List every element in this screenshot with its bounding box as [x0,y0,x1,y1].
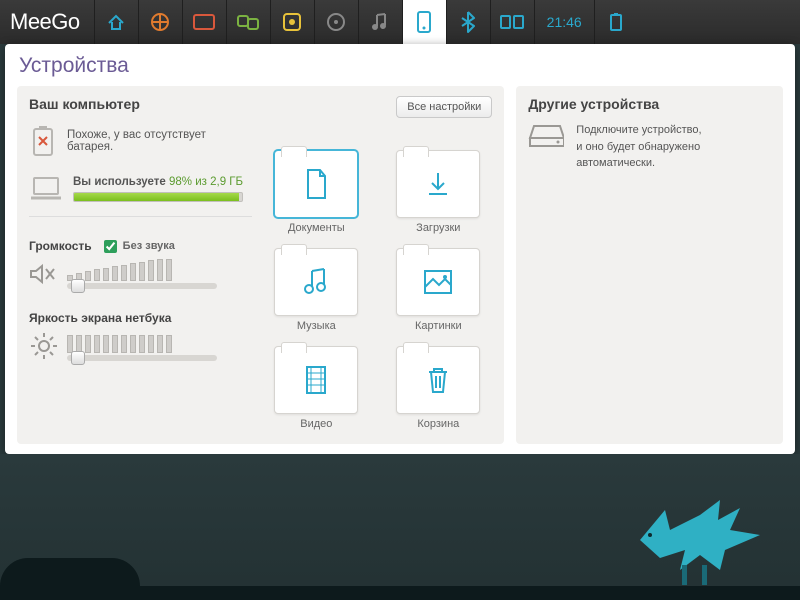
toolbar-people-icon[interactable] [226,0,270,44]
folder-label: Картинки [415,320,462,332]
other-devices-title: Другие устройства [528,96,771,112]
desktop-background [0,454,800,600]
toolbar-devices-icon[interactable] [402,0,446,44]
toolbar-bluetooth-icon[interactable] [446,0,490,44]
disk-usage-meter [73,192,243,202]
main-panel: Устройства Ваш компьютер Похоже, у вас о… [5,44,795,454]
volume-bars [67,259,217,281]
your-computer-panel: Ваш компьютер Похоже, у вас отсутствует … [17,86,504,444]
toolbar-home-icon[interactable] [94,0,138,44]
disk-usage-text: Вы используете 98% из 2,9 ГБ [73,176,243,188]
battery-missing-icon [29,124,57,158]
speaker-muted-icon [29,262,59,286]
battery-message: Похоже, у вас отсутствует батарея. [67,129,252,153]
your-computer-title: Ваш компьютер [29,96,140,112]
fox-illustration [630,480,770,590]
toolbar-network-icon[interactable] [490,0,534,44]
folder-label: Корзина [417,418,459,430]
folder-label: Загрузки [416,222,460,234]
folder-label: Видео [300,418,332,430]
brightness-bars [67,331,217,353]
download-icon [396,150,480,218]
volume-label: Громкость [29,239,92,253]
other-devices-panel: Другие устройства Подключите устройство,… [516,86,783,444]
battery-status: Похоже, у вас отсутствует батарея. [29,124,252,158]
toolbar-media-icon[interactable] [314,0,358,44]
top-toolbar: MeeGo 21:46 [0,0,800,44]
toolbar-zones-icon[interactable] [138,0,182,44]
picture-icon [396,248,480,316]
toolbar-clock: 21:46 [534,0,594,44]
toolbar-apps-icon[interactable] [182,0,226,44]
folder-document[interactable]: Документы [262,150,370,242]
other-devices-hint: Подключите устройство,и оно будет обнару… [576,122,771,172]
volume-slider[interactable] [67,283,217,289]
toolbar-battery-icon[interactable] [594,0,638,44]
brightness-label: Яркость экрана нетбука [29,311,252,325]
folders-grid: Документы Загрузки Музыка Картинки Видео Корз… [262,126,492,438]
all-settings-button[interactable]: Все настройки [396,96,492,118]
folder-video[interactable]: Видео [262,346,370,438]
laptop-icon [29,176,63,202]
brightness-slider[interactable] [67,355,217,361]
music-icon [274,248,358,316]
folder-label: Документы [288,222,345,234]
toolbar-music-icon[interactable] [358,0,402,44]
logo: MeeGo [0,9,94,35]
page-title: Устройства [19,54,783,78]
folder-picture[interactable]: Картинки [384,248,492,340]
mute-checkbox[interactable]: Без звука [104,240,175,253]
folder-trash[interactable]: Корзина [384,346,492,438]
folder-download[interactable]: Загрузки [384,150,492,242]
trash-icon [396,346,480,414]
video-icon [274,346,358,414]
drive-icon [528,122,564,148]
toolbar-internet-icon[interactable] [270,0,314,44]
folder-label: Музыка [297,320,336,332]
sun-icon [29,331,59,361]
folder-music[interactable]: Музыка [262,248,370,340]
document-icon [274,150,358,218]
